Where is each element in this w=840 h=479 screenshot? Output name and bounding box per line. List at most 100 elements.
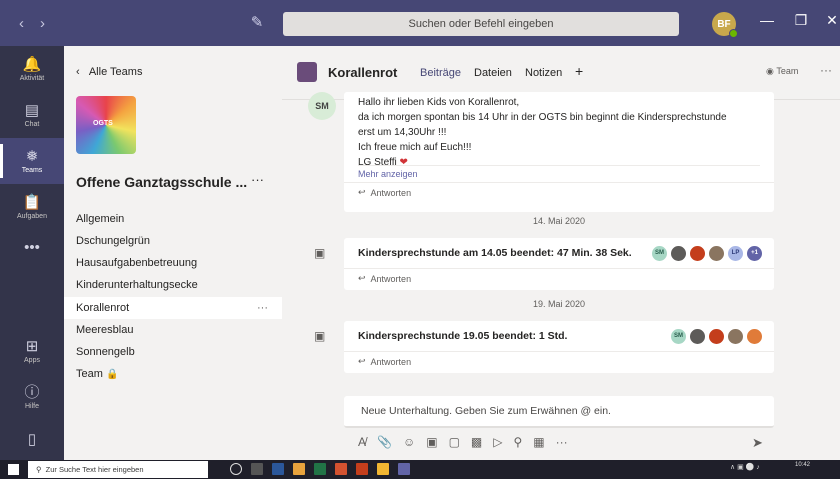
channel-item[interactable]: Dschungelgrün [64,230,282,252]
post-line: erst um 14,30Uhr !!! [358,127,447,138]
meeting-message: Kindersprechstunde am 14.05 beendet: 47 … [344,238,774,290]
team-more-icon[interactable]: ··· [251,172,264,187]
channel-more-icon[interactable]: ··· [257,302,268,314]
channel-label: Allgemein [76,213,125,225]
meet-now-icon[interactable]: ▩ [471,435,482,449]
send-icon[interactable]: ➤ [752,435,763,451]
reply-button[interactable]: ↩ Antworten [344,351,774,371]
new-chat-icon[interactable]: ✎ [248,13,266,31]
rail-item-activity[interactable]: 🔔 Aktivität [0,46,64,92]
explorer-icon[interactable] [293,463,305,475]
word-icon[interactable] [272,463,284,475]
channel-label: Korallenrot [76,302,130,314]
praise-icon[interactable]: ⚲ [514,435,523,449]
apps-icon: ⊞ [25,337,39,355]
rail-item-tasks[interactable]: 📋 Aufgaben [0,184,64,230]
rail-item-teams[interactable]: ❅ Teams [0,138,64,184]
app-icon[interactable]: ▦ [533,435,544,449]
team-image: OGTS [76,96,136,154]
teams-panel: ‹ Alle Teams OGTS Offene Ganztagsschule … [64,46,282,460]
tab-posts[interactable]: Beiträge [420,67,461,96]
channel-item[interactable]: Sonnengelb [64,341,282,363]
reply-label: Antworten [370,356,412,367]
maximize-icon[interactable]: ❐ [791,12,811,29]
minimize-icon[interactable]: — [757,12,777,28]
rail-item-help[interactable]: ⓘ Hilfe [0,374,64,420]
task-view-icon[interactable] [251,463,263,475]
taskbar-clock: 10:42 [795,462,811,468]
header-more-icon[interactable]: ··· [820,63,832,77]
app-icon[interactable] [377,463,389,475]
windows-start-icon[interactable] [8,464,19,475]
channel-item-active[interactable]: Korallenrot ··· [64,297,282,319]
channel-label: Meeresblau [76,324,134,336]
windows-taskbar: ⚲ Zur Suche Text hier eingeben ∧ ▣ ⚪ ♪ 1… [0,460,840,479]
channel-label: Team [76,368,103,380]
post-body: Hallo ihr lieben Kids von Korallenrot, d… [344,92,774,165]
teams-taskbar-icon[interactable] [398,463,410,475]
more-options-icon[interactable]: ··· [556,435,568,449]
emoji-icon[interactable]: ☺ [403,435,415,449]
channel-item[interactable]: Kinderunterhaltungsecke [64,274,282,296]
rail-item-chat[interactable]: ▤ Chat [0,92,64,138]
avatar[interactable]: BF [712,12,738,38]
close-icon[interactable]: ✕ [822,12,840,29]
participant-avatar: LP [728,245,743,261]
channel-item[interactable]: Hausaufgabenbetreuung [64,252,282,274]
channel-item[interactable]: Allgemein [64,208,282,230]
gif-icon[interactable]: ▣ [426,435,437,449]
back-arrow-icon[interactable]: ‹ [19,15,24,32]
participant-avatar [747,328,762,344]
channel-item[interactable]: Meeresblau [64,319,282,341]
channel-item[interactable]: Team 🔒 [64,363,282,385]
meeting-icon: ▣ [314,329,326,343]
participant-avatar [709,328,724,344]
team-name: Offene Ganztagsschule ... [76,174,248,190]
stream-icon[interactable]: ▷ [493,435,502,449]
show-more-link[interactable]: Mehr anzeigen [358,165,760,182]
rail-item-apps[interactable]: ⊞ Apps [0,328,64,374]
tab-files[interactable]: Dateien [474,67,512,79]
back-to-teams-link[interactable]: ‹ Alle Teams [76,66,142,78]
tab-notes[interactable]: Notizen [525,67,562,79]
app-icon[interactable] [335,463,347,475]
channel-view: Korallenrot Beiträge Dateien Notizen + ◉… [282,46,840,460]
more-icon: ••• [24,239,40,256]
channel-label: Hausaufgabenbetreuung [76,257,198,269]
excel-icon[interactable] [314,463,326,475]
rail-label: Teams [21,166,43,174]
participant-overflow[interactable]: +1 [747,245,762,261]
nav-arrows: ‹ › [0,15,64,32]
search-input[interactable]: Suchen oder Befehl eingeben [283,12,679,36]
taskbar-apps [230,463,410,475]
participant-avatar: SM [671,328,686,344]
heart-icon: ❤ [399,157,408,165]
rail-label: Chat [24,120,40,128]
system-tray: ∧ ▣ ⚪ ♪ [730,464,760,471]
add-tab-icon[interactable]: + [575,63,583,79]
reply-button[interactable]: ↩ Antworten [344,268,774,288]
forward-arrow-icon[interactable]: › [40,15,45,32]
meeting-message: Kindersprechstunde 19.05 beendet: 1 Std.… [344,321,774,373]
rail-item-device[interactable]: ▯ [0,418,64,464]
sticker-icon[interactable]: ▢ [449,435,460,449]
post-author-avatar: SM [308,92,336,120]
post-line: Hallo ihr lieben Kids von Korallenrot, [358,97,520,108]
taskbar-search-input[interactable]: ⚲ Zur Suche Text hier eingeben [28,461,208,478]
help-icon: ⓘ [24,383,40,401]
reply-button[interactable]: ↩ Antworten [344,182,774,202]
compose-toolbar: A̸ 📎 ☺ ▣ ▢ ▩ ▷ ⚲ ▦ ··· [358,435,568,449]
powerpoint-icon[interactable] [356,463,368,475]
participant-avatar [709,245,724,261]
cortana-icon[interactable] [230,463,242,475]
rail-item-more[interactable]: ••• [0,226,64,272]
participants: SM [671,328,762,344]
date-separator: 14. Mai 2020 [532,216,586,226]
chat-icon: ▤ [24,101,40,119]
compose-input[interactable]: Neue Unterhaltung. Geben Sie zum Erwähne… [344,396,774,428]
attach-icon[interactable]: 📎 [377,435,392,449]
team-button-label: Team [776,66,799,76]
team-button[interactable]: ◉ Team [766,66,798,77]
tasks-icon: 📋 [22,193,42,211]
format-icon[interactable]: A̸ [358,435,366,449]
